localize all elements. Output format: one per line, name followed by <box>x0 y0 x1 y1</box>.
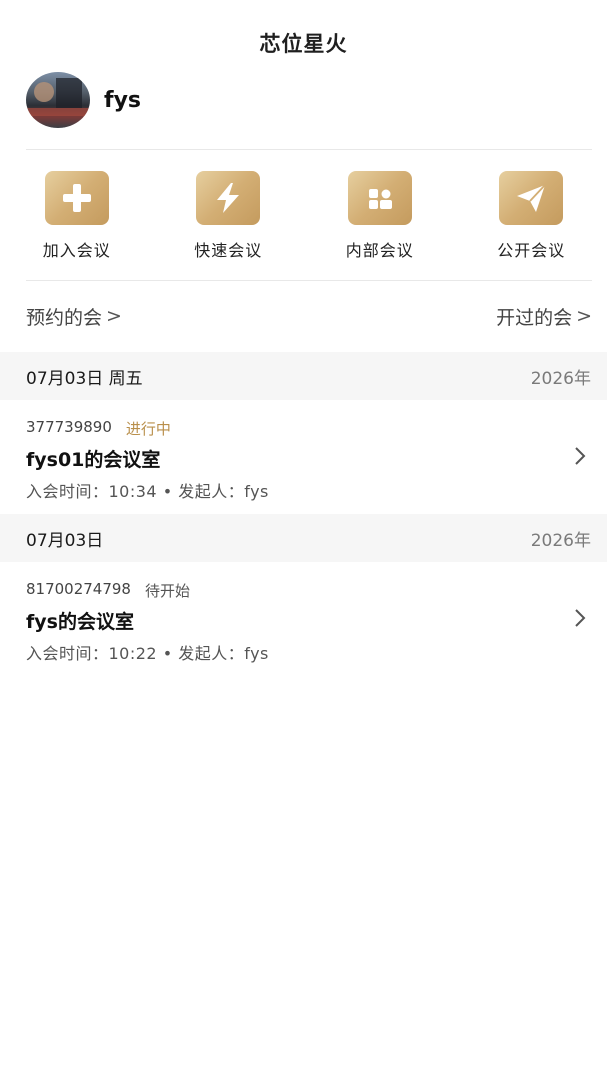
meeting-id: 377739890 <box>26 418 112 436</box>
building-icon <box>347 171 412 225</box>
meeting-id: 81700274798 <box>26 580 131 598</box>
meeting-item[interactable]: 81700274798 待开始 fys的会议室 入会时间：10:22 • 发起人… <box>0 562 607 663</box>
quick-meeting-button[interactable]: 快速会议 <box>153 171 305 261</box>
lightning-icon <box>196 171 261 225</box>
meeting-name: fys01的会议室 <box>26 449 161 471</box>
meeting-status: 待开始 <box>144 582 190 600</box>
past-meetings-label: 开过的会 <box>496 306 573 329</box>
meeting-meta: 入会时间：10:22 • 发起人：fys <box>26 644 269 663</box>
app-title: 芯位星火 <box>259 32 348 56</box>
quick-meeting-label: 快速会议 <box>194 241 263 260</box>
date-header: 07月03日 2026年 <box>0 514 607 562</box>
username: fys <box>104 87 142 113</box>
join-meeting-label: 加入会议 <box>42 241 111 260</box>
chevron-right-icon: > <box>576 305 592 327</box>
year-label: 2026年 <box>530 368 591 389</box>
public-meeting-label: 公开会议 <box>497 241 566 260</box>
past-meetings-link[interactable]: 开过的会 > <box>496 303 592 330</box>
internal-meeting-label: 内部会议 <box>345 241 414 260</box>
scheduled-meetings-link[interactable]: 预约的会 > <box>26 303 122 330</box>
date-label: 07月03日 周五 <box>26 368 143 389</box>
year-label: 2026年 <box>530 530 591 551</box>
meeting-meta: 入会时间：10:34 • 发起人：fys <box>26 482 269 501</box>
meeting-sections: 预约的会 > 开过的会 > <box>26 300 592 332</box>
internal-meeting-button[interactable]: 内部会议 <box>304 171 456 261</box>
avatar[interactable] <box>26 72 90 128</box>
date-header: 07月03日 周五 2026年 <box>0 352 607 400</box>
divider <box>26 280 592 281</box>
quick-actions: 加入会议 快速会议 内部会议 公开会议 <box>0 171 607 261</box>
chevron-right-icon: > <box>106 305 122 327</box>
divider <box>26 149 592 150</box>
join-meeting-button[interactable]: 加入会议 <box>1 171 153 261</box>
public-meeting-button[interactable]: 公开会议 <box>456 171 607 261</box>
meeting-status: 进行中 <box>125 420 171 438</box>
paper-plane-icon <box>499 171 564 225</box>
meeting-item[interactable]: 377739890 进行中 fys01的会议室 入会时间：10:34 • 发起人… <box>0 400 607 501</box>
chevron-right-icon <box>575 609 586 627</box>
meeting-name: fys的会议室 <box>26 611 134 633</box>
date-label: 07月03日 <box>26 530 104 551</box>
user-profile[interactable]: fys <box>26 72 141 128</box>
chevron-right-icon <box>575 447 586 465</box>
plus-icon <box>44 171 109 225</box>
scheduled-meetings-label: 预约的会 <box>26 306 103 329</box>
